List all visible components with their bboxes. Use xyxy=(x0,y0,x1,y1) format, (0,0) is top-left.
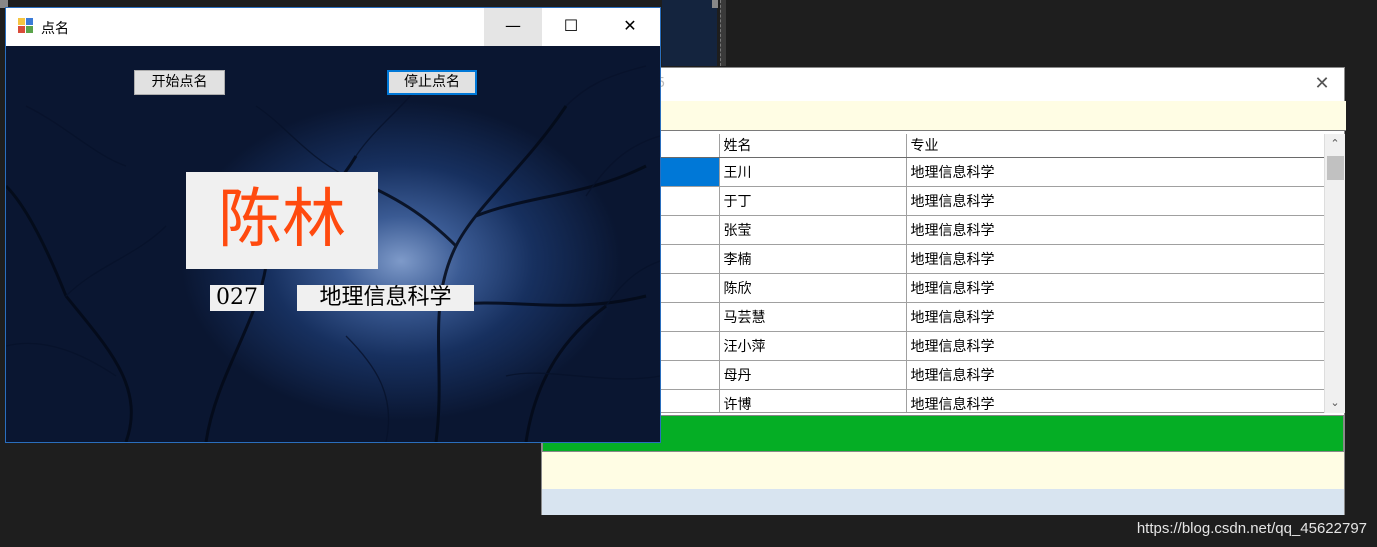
selected-student-major: 地理信息科学 xyxy=(297,285,474,311)
student-name-cell[interactable]: 汪小萍 xyxy=(719,331,907,361)
chevron-down-icon[interactable]: ⌄ xyxy=(1325,393,1345,413)
footer-panel xyxy=(542,489,1344,515)
student-major-cell[interactable]: 地理信息科学 xyxy=(906,215,1324,245)
maximize-icon[interactable]: ☐ xyxy=(542,8,600,46)
student-major-cell[interactable]: 地理信息科学 xyxy=(906,302,1324,332)
night-tree-background: 开始点名 停止点名 陈林 027 地理信息科学 xyxy=(6,46,660,442)
stop-roll-call-button[interactable]: 停止点名 xyxy=(387,70,477,95)
student-list-titlebar[interactable]: 5 ✕ xyxy=(542,68,1344,101)
selected-student-number: 027 xyxy=(210,285,264,311)
student-name-cell[interactable]: 马芸慧 xyxy=(719,302,907,332)
scrollbar-thumb[interactable] xyxy=(1327,156,1344,180)
student-name-cell[interactable]: 李楠 xyxy=(719,244,907,274)
student-major-cell[interactable]: 地理信息科学 xyxy=(906,186,1324,216)
column-header-name[interactable]: 姓名 xyxy=(719,134,907,158)
roll-call-titlebar[interactable]: 点名 — ☐ ✕ xyxy=(6,8,660,46)
app-form-icon xyxy=(18,18,34,34)
info-panel xyxy=(542,452,1344,489)
background-marker xyxy=(712,0,718,8)
column-header-major[interactable]: 专业 xyxy=(906,134,1324,158)
student-name-cell[interactable]: 王川 xyxy=(719,157,907,187)
student-name-cell[interactable]: 张莹 xyxy=(719,215,907,245)
selected-student-name: 陈林 xyxy=(186,172,378,269)
background-window-strip xyxy=(662,0,717,66)
student-major-cell[interactable]: 地理信息科学 xyxy=(906,157,1324,187)
student-major-cell[interactable]: 地理信息科学 xyxy=(906,244,1324,274)
student-list-window: 5 ✕ 姓名 专业 王川 地理信息科学 于丁 地理信息科学 张莹 地理信息科学 … xyxy=(541,67,1346,515)
minimize-icon[interactable]: — xyxy=(484,8,542,46)
student-major-cell[interactable]: 地理信息科学 xyxy=(906,273,1324,303)
background-splitter[interactable] xyxy=(720,0,726,66)
student-major-cell[interactable]: 地理信息科学 xyxy=(906,389,1324,412)
roll-call-window: 点名 — ☐ ✕ 开始点名 停止点名 陈林 027 地理信息科学 xyxy=(5,7,661,443)
close-icon[interactable]: ✕ xyxy=(600,8,660,46)
start-roll-call-button[interactable]: 开始点名 xyxy=(134,70,225,95)
student-major-cell[interactable]: 地理信息科学 xyxy=(906,331,1324,361)
student-name-cell[interactable]: 许博 xyxy=(719,389,907,412)
grid-vertical-scrollbar[interactable]: ⌃ ⌄ xyxy=(1324,134,1345,413)
student-list-header-panel xyxy=(542,101,1346,131)
student-major-cell[interactable]: 地理信息科学 xyxy=(906,360,1324,390)
student-name-cell[interactable]: 母丹 xyxy=(719,360,907,390)
window-title: 点名 xyxy=(41,21,69,37)
student-name-cell[interactable]: 陈欣 xyxy=(719,273,907,303)
status-bar-green xyxy=(542,415,1344,452)
watermark-url: https://blog.csdn.net/qq_45622797 xyxy=(1136,520,1367,537)
student-name-cell[interactable]: 于丁 xyxy=(719,186,907,216)
close-icon[interactable]: ✕ xyxy=(1312,74,1332,94)
chevron-up-icon[interactable]: ⌃ xyxy=(1325,134,1345,154)
